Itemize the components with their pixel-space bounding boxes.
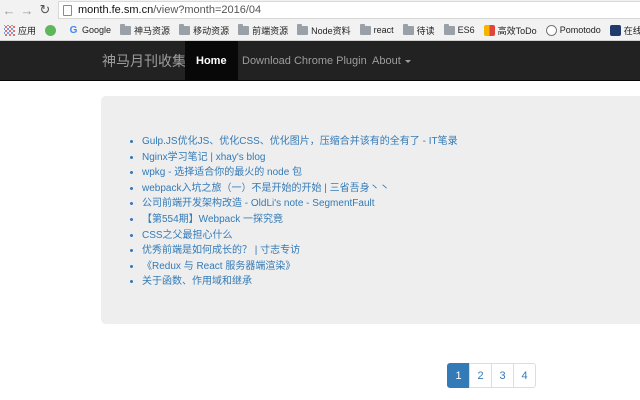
list-item: Nginx学习笔记 | xhay's blog bbox=[142, 150, 458, 166]
article-link[interactable]: 关于函数、作用域和继承 bbox=[142, 276, 252, 287]
bookmark-todo[interactable]: 高效ToDo bbox=[483, 24, 537, 37]
list-item: webpack入坑之旅（一）不是开始的开始 | 三省吾身丶丶 bbox=[142, 181, 458, 197]
list-item: 关于函数、作用域和继承 bbox=[142, 274, 458, 290]
url-text: month.fe.sm.cn/view?month=2016/04 bbox=[78, 4, 262, 16]
article-link[interactable]: 《Redux 与 React 服务器端渲染》 bbox=[142, 261, 295, 272]
pagination: 1 2 3 4 bbox=[447, 363, 536, 388]
article-link[interactable]: CSS之父最担心什么 bbox=[142, 230, 233, 241]
bookmark-course[interactable]: 在线课 bbox=[609, 24, 640, 37]
list-item: 【第554期】Webpack 一探究竟 bbox=[142, 212, 458, 228]
cloud-icon bbox=[45, 24, 57, 36]
article-link[interactable]: webpack入坑之旅（一）不是开始的开始 | 三省吾身丶丶 bbox=[142, 183, 390, 194]
nav-about[interactable]: About bbox=[361, 41, 422, 81]
folder-icon bbox=[402, 23, 414, 35]
bookmark-mobile[interactable]: 移动资源 bbox=[179, 23, 229, 37]
article-panel: Gulp.JS优化JS、优化CSS、优化图片，压缩合并该有的全有了 - IT笔录… bbox=[101, 96, 640, 324]
todo-icon bbox=[483, 24, 495, 36]
folder-icon bbox=[297, 23, 309, 35]
forward-icon[interactable]: → bbox=[18, 0, 36, 20]
article-link[interactable]: 优秀前端是如何成长的？ | 寸志专访 bbox=[142, 245, 300, 256]
nav-home[interactable]: Home bbox=[185, 41, 238, 81]
article-link[interactable]: Nginx学习笔记 | xhay's blog bbox=[142, 152, 265, 163]
page-4-button[interactable]: 4 bbox=[513, 363, 536, 388]
list-item: Gulp.JS优化JS、优化CSS、优化图片，压缩合并该有的全有了 - IT笔录 bbox=[142, 134, 458, 150]
list-item: 公司前端开发架构改造 - OldLi's note - SegmentFault bbox=[142, 196, 458, 212]
nav-download-plugin[interactable]: Download Chrome Plugin bbox=[231, 41, 378, 81]
page-3-button[interactable]: 3 bbox=[491, 363, 514, 388]
page-2-button[interactable]: 2 bbox=[469, 363, 492, 388]
apps-icon bbox=[4, 24, 15, 36]
caret-down-icon bbox=[404, 59, 411, 63]
article-link[interactable]: 公司前端开发架构改造 - OldLi's note - SegmentFault bbox=[142, 198, 375, 209]
bookmark-es6[interactable]: ES6 bbox=[443, 23, 475, 35]
bookmark-frontend[interactable]: 前端资源 bbox=[238, 23, 288, 37]
article-list: Gulp.JS优化JS、优化CSS、优化图片，压缩合并该有的全有了 - IT笔录… bbox=[142, 134, 458, 290]
folder-icon bbox=[120, 23, 132, 35]
course-icon bbox=[609, 24, 621, 36]
bookmark-apps[interactable]: 应用 bbox=[4, 24, 36, 37]
list-item: 优秀前端是如何成长的？ | 寸志专访 bbox=[142, 243, 458, 259]
page-1-button[interactable]: 1 bbox=[447, 363, 470, 388]
bookmarks-bar: 应用 G Google 神马资源 移动资源 前端资源 Node资料 react 待… bbox=[0, 20, 640, 41]
bookmark-google[interactable]: G Google bbox=[68, 25, 111, 36]
bookmark-node[interactable]: Node资料 bbox=[297, 23, 351, 37]
folder-icon bbox=[359, 23, 371, 35]
brand-link[interactable]: 神马月刊收集 bbox=[102, 41, 186, 81]
navbar: 神马月刊收集 Home Download Chrome Plugin About bbox=[0, 41, 640, 81]
pomotodo-icon bbox=[545, 24, 557, 36]
list-item: CSS之父最担心什么 bbox=[142, 228, 458, 244]
article-link[interactable]: Gulp.JS优化JS、优化CSS、优化图片，压缩合并该有的全有了 - IT笔录 bbox=[142, 136, 458, 147]
bookmark-toread[interactable]: 待读 bbox=[402, 23, 435, 37]
list-item: 《Redux 与 React 服务器端渲染》 bbox=[142, 259, 458, 275]
folder-icon bbox=[238, 23, 250, 35]
browser-address-bar: ← → ↻ month.fe.sm.cn/view?month=2016/04 bbox=[0, 0, 640, 20]
article-link[interactable]: wpkg - 选择适合你的最火的 node 包 bbox=[142, 167, 302, 178]
back-icon[interactable]: ← bbox=[0, 0, 18, 20]
bookmark-pomotodo[interactable]: Pomotodo bbox=[545, 24, 601, 36]
bookmark-shenma[interactable]: 神马资源 bbox=[120, 23, 170, 37]
google-icon: G bbox=[69, 24, 78, 36]
list-item: wpkg - 选择适合你的最火的 node 包 bbox=[142, 165, 458, 181]
url-input[interactable]: month.fe.sm.cn/view?month=2016/04 bbox=[58, 1, 640, 19]
bookmark-react[interactable]: react bbox=[359, 23, 394, 35]
page-icon bbox=[63, 4, 72, 16]
folder-icon bbox=[179, 23, 191, 35]
article-link[interactable]: 【第554期】Webpack 一探究竟 bbox=[142, 214, 283, 225]
folder-icon bbox=[443, 23, 455, 35]
reload-icon[interactable]: ↻ bbox=[36, 0, 54, 20]
bookmark-cloud[interactable] bbox=[45, 24, 59, 36]
